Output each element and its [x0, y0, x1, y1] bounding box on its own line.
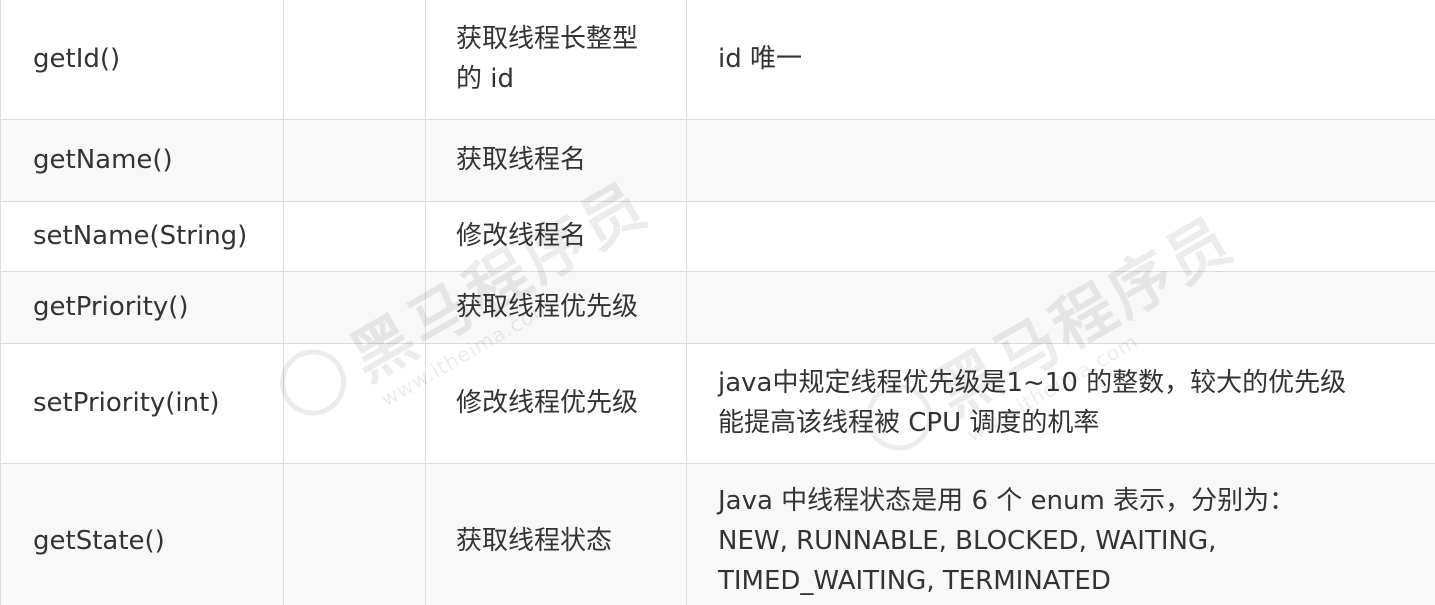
note-cell [686, 200, 1435, 272]
method-table-page: getId() 获取线程长整型 的 id id 唯一 getName() 获取线… [0, 0, 1435, 605]
table-row: setName(String) 修改线程名 [0, 200, 1435, 272]
description-line: 获取线程优先级 [456, 292, 639, 322]
description-line: 修改线程优先级 [456, 388, 639, 418]
table-row: getState() 获取线程状态 Java 中线程状态是用 6 个 enum … [0, 462, 1435, 605]
empty-cell [283, 462, 426, 605]
note-line: Java 中线程状态是用 6 个 enum 表示，分别为： [718, 486, 1296, 516]
method-cell: getName() [0, 118, 284, 202]
empty-cell [283, 0, 426, 120]
empty-cell [283, 342, 426, 464]
empty-cell [283, 270, 426, 344]
description-cell: 修改线程名 [425, 200, 687, 272]
description-line: 获取线程名 [456, 145, 587, 175]
description-cell: 获取线程优先级 [425, 270, 687, 344]
note-cell: Java 中线程状态是用 6 个 enum 表示，分别为： NEW, RUNNA… [686, 462, 1435, 605]
method-cell: getState() [0, 462, 284, 605]
description-cell: 修改线程优先级 [425, 342, 687, 464]
description-cell: 获取线程长整型 的 id [425, 0, 687, 120]
empty-cell [283, 118, 426, 202]
method-cell: getPriority() [0, 270, 284, 344]
note-cell [686, 118, 1435, 202]
note-line: id 唯一 [718, 44, 802, 75]
description-cell: 获取线程名 [425, 118, 687, 202]
note-line: TIMED_WAITING, TERMINATED [718, 566, 1111, 596]
method-cell: setPriority(int) [0, 342, 284, 464]
method-cell: getId() [0, 0, 284, 120]
description-line: 的 id [456, 64, 514, 95]
note-cell: id 唯一 [686, 0, 1435, 120]
description-line: 修改线程名 [456, 221, 587, 251]
note-line: 能提高该线程被 CPU 调度的机率 [718, 408, 1100, 438]
description-line: 获取线程状态 [456, 526, 613, 556]
note-line: NEW, RUNNABLE, BLOCKED, WAITING, [718, 526, 1217, 556]
table-row: getPriority() 获取线程优先级 [0, 270, 1435, 344]
note-cell: java中规定线程优先级是1~10 的整数，较大的优先级 能提高该线程被 CPU… [686, 342, 1435, 464]
description-cell: 获取线程状态 [425, 462, 687, 605]
thread-methods-table: getId() 获取线程长整型 的 id id 唯一 getName() 获取线… [0, 0, 1435, 605]
note-cell [686, 270, 1435, 344]
table-row: getName() 获取线程名 [0, 118, 1435, 202]
table-row: getId() 获取线程长整型 的 id id 唯一 [0, 0, 1435, 120]
table-row: setPriority(int) 修改线程优先级 java中规定线程优先级是1~… [0, 342, 1435, 464]
description-line: 获取线程长整型 [456, 24, 639, 55]
note-line: java中规定线程优先级是1~10 的整数，较大的优先级 [718, 368, 1347, 398]
empty-cell [283, 200, 426, 272]
method-cell: setName(String) [0, 200, 284, 272]
